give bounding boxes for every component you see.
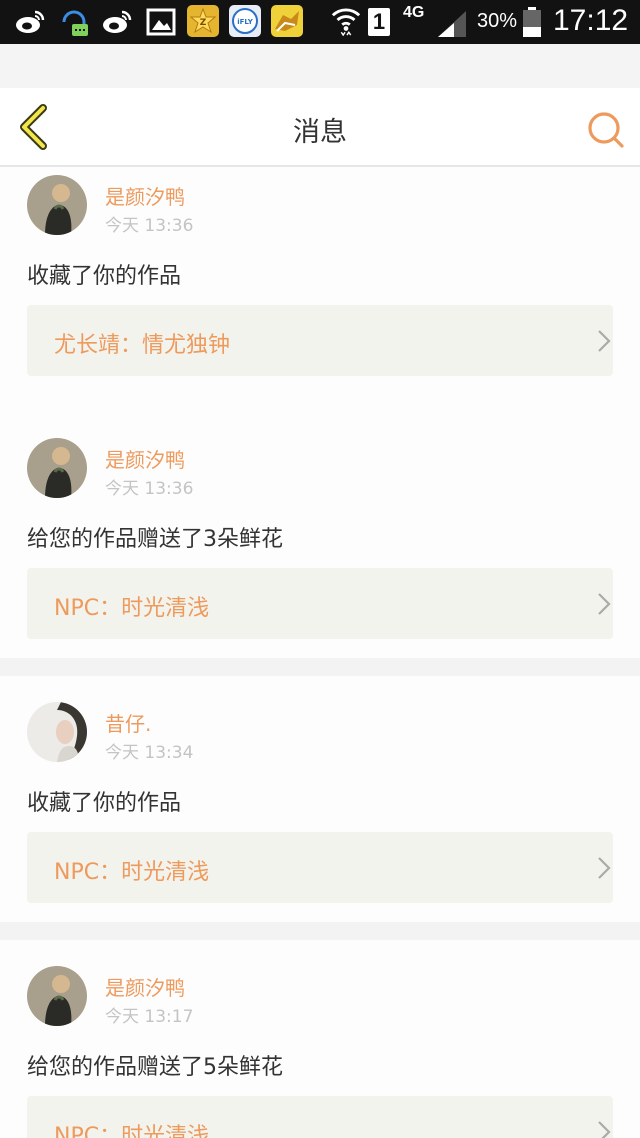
work-label: NPC：时光清浅: [54, 854, 209, 886]
work-link[interactable]: NPC：时光清浅: [27, 1096, 613, 1138]
work-link[interactable]: 尤长靖：情尤独钟: [27, 305, 613, 376]
message-card: 昔仔. 今天 13:34 收藏了你的作品 NPC：时光清浅: [0, 676, 640, 922]
username[interactable]: 昔仔.: [105, 708, 151, 737]
work-separator: ：: [99, 596, 122, 621]
timestamp: 今天 13:17: [105, 1007, 194, 1027]
action-text: 收藏了你的作品: [27, 791, 182, 816]
action-text: 给您的作品赠送了5朵鲜花: [27, 1055, 283, 1080]
username[interactable]: 是颜汐鸭: [105, 444, 185, 473]
message-list[interactable]: 是颜汐鸭 今天 13:36 收藏了你的作品 尤长靖：情尤独钟 是颜汐鸭 今天 1…: [0, 167, 640, 1138]
sim-label: 1: [372, 9, 386, 34]
qzone-icon: Z: [187, 5, 219, 37]
search-icon[interactable]: [582, 106, 628, 152]
svg-text:iFLY: iFLY: [237, 18, 254, 26]
chat-bubble-icon: [62, 10, 88, 36]
work-author: NPC: [54, 1124, 100, 1138]
weibo-icon: [16, 10, 45, 33]
avatar[interactable]: [27, 438, 87, 498]
timestamp: 今天 13:36: [105, 216, 194, 236]
work-title: 时光清浅: [121, 860, 210, 885]
avatar[interactable]: [27, 175, 87, 235]
battery-percent: 30%: [477, 10, 518, 32]
chevron-right-icon: [598, 857, 611, 879]
svg-text:Z: Z: [200, 18, 207, 28]
network-type: 4G: [403, 4, 425, 21]
top-spacer: [0, 44, 640, 88]
work-separator: ：: [99, 1124, 122, 1138]
timestamp: 今天 13:34: [105, 743, 194, 763]
work-author: 尤长靖: [54, 333, 121, 358]
timestamp: 今天 13:36: [105, 479, 194, 499]
chevron-right-icon: [598, 593, 611, 615]
work-label: NPC：时光清浅: [54, 1118, 209, 1138]
work-link[interactable]: NPC：时光清浅: [27, 832, 613, 903]
username[interactable]: 是颜汐鸭: [105, 181, 185, 210]
battery-icon: [523, 7, 541, 37]
chevron-right-icon: [598, 330, 611, 352]
game-icon: [271, 5, 303, 37]
work-title: 时光清浅: [121, 1124, 210, 1138]
work-author: NPC: [54, 860, 100, 885]
avatar[interactable]: [27, 702, 87, 762]
message-card: 是颜汐鸭 今天 13:36 收藏了你的作品 尤长靖：情尤独钟: [0, 167, 640, 413]
action-text: 给您的作品赠送了3朵鲜花: [27, 527, 283, 552]
status-bar: Z iFLY 1 4G 30% 17:12: [0, 0, 640, 44]
work-separator: ：: [120, 333, 143, 358]
page-title: 消息: [293, 117, 347, 148]
action-text: 收藏了你的作品: [27, 264, 182, 289]
signal-icon: [438, 11, 466, 37]
ifly-icon: iFLY: [229, 5, 261, 37]
username[interactable]: 是颜汐鸭: [105, 972, 185, 1001]
work-title: 情尤独钟: [142, 333, 231, 358]
work-link[interactable]: NPC：时光清浅: [27, 568, 613, 639]
image-icon: [146, 8, 176, 36]
work-author: NPC: [54, 596, 100, 621]
sim-icon: 1: [368, 8, 390, 36]
clock: 17:12: [553, 4, 629, 37]
message-card: 是颜汐鸭 今天 13:36 给您的作品赠送了3朵鲜花 NPC：时光清浅: [0, 412, 640, 658]
chevron-right-icon: [598, 1121, 611, 1138]
header: 消息: [0, 88, 640, 167]
avatar[interactable]: [27, 966, 87, 1026]
work-label: 尤长靖：情尤独钟: [54, 327, 230, 359]
work-separator: ：: [99, 860, 122, 885]
work-title: 时光清浅: [121, 596, 210, 621]
work-label: NPC：时光清浅: [54, 590, 209, 622]
weibo-icon: [103, 10, 132, 33]
wifi-icon: [331, 8, 361, 36]
message-card: 是颜汐鸭 今天 13:17 给您的作品赠送了5朵鲜花 NPC：时光清浅: [0, 940, 640, 1138]
